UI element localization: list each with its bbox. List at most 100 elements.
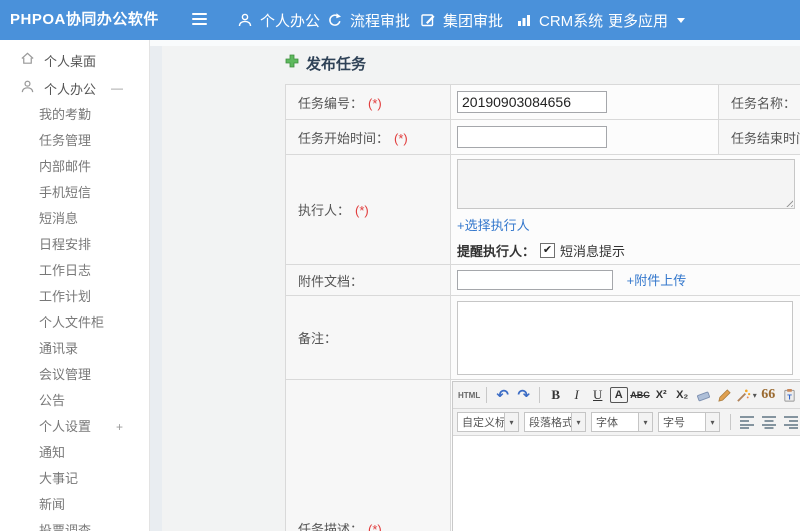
- executor-label: 执行人：: [298, 203, 351, 218]
- resize-handle[interactable]: [784, 198, 793, 207]
- align-center-button[interactable]: [761, 415, 777, 429]
- remind-executor-label: 提醒执行人：: [457, 244, 536, 259]
- sidebar-item-work-plan[interactable]: 工作计划: [0, 284, 149, 310]
- chevron-down-icon: ▾: [752, 390, 757, 400]
- home-icon: [20, 51, 35, 69]
- editor-content-area[interactable]: [453, 436, 800, 531]
- sidebar-item-desktop[interactable]: 个人桌面: [0, 46, 149, 74]
- sidebar-item-mobile-sms[interactable]: 手机短信: [0, 180, 149, 206]
- align-left-button[interactable]: [739, 415, 755, 429]
- table-row: 任务编号：(*) 任务名称：(*): [285, 84, 800, 120]
- task-form-table: 任务编号：(*) 任务名称：(*) 任务开始时间：(*) 任务结束时间：(*) …: [285, 84, 800, 531]
- underline-button[interactable]: U: [587, 385, 608, 405]
- rich-text-editor: HTML ↶ ↷ B I U A ABC X² X₂ ▾ 66 T 自定义标 ▾…: [452, 381, 800, 531]
- sidebar-item-vote[interactable]: 投票调查: [0, 518, 149, 531]
- required-mark: (*): [355, 203, 369, 218]
- subscript-button[interactable]: X₂: [672, 385, 693, 405]
- strikethrough-button[interactable]: ABC: [629, 385, 651, 405]
- nav-group-approval[interactable]: 集团审批: [420, 0, 503, 40]
- sidebar-item-internal-mail[interactable]: 内部邮件: [0, 154, 149, 180]
- nav-process-approval[interactable]: 流程审批: [327, 0, 410, 40]
- expand-icon[interactable]: +: [116, 414, 123, 440]
- nav-personal-office[interactable]: 个人办公: [237, 0, 320, 40]
- app-header: PHPOA协同办公软件 个人办公 流程审批 集团审批 CRM系统 更多应用: [0, 0, 800, 40]
- sidebar-item-short-message[interactable]: 短消息: [0, 206, 149, 232]
- app-logo: PHPOA协同办公软件: [10, 11, 159, 28]
- table-row: 附件文档： +附件上传: [285, 264, 800, 296]
- required-mark: (*): [368, 522, 382, 531]
- chevron-down-icon: ▾: [571, 413, 585, 431]
- remark-textarea[interactable]: [457, 300, 793, 375]
- attachment-label: 附件文档：: [298, 273, 364, 289]
- task-no-input[interactable]: [457, 91, 607, 113]
- font-size-select[interactable]: 字号 ▾: [658, 412, 720, 432]
- bar-chart-icon: [516, 12, 532, 28]
- required-mark: (*): [394, 130, 408, 146]
- bold-button[interactable]: B: [545, 385, 566, 405]
- eraser-button[interactable]: [693, 385, 714, 405]
- format-brush-button[interactable]: [714, 385, 735, 405]
- sidebar-item-announcement[interactable]: 公告: [0, 388, 149, 414]
- superscript-button[interactable]: X²: [651, 385, 672, 405]
- remark-label: 备注：: [298, 331, 338, 346]
- nav-crm-system[interactable]: CRM系统: [516, 0, 603, 40]
- blockquote-button[interactable]: 66: [758, 385, 779, 405]
- sidebar-item-events[interactable]: 大事记: [0, 466, 149, 492]
- italic-button[interactable]: I: [566, 385, 587, 405]
- start-time-input[interactable]: [457, 126, 607, 148]
- align-right-button[interactable]: [783, 415, 799, 429]
- redo-button[interactable]: ↷: [513, 385, 534, 405]
- main-content: 发布任务 任务编号： (*) 任务名称： (*) 任务开始时间： (*) 任务结束时间…: [162, 40, 800, 531]
- chevron-down-icon: ▾: [705, 413, 719, 431]
- table-row: 任务描述： (*) HTML ↶ ↷ B I U A ABC X² X₂ ▾ 6…: [285, 379, 800, 531]
- sidebar-item-schedule[interactable]: 日程安排: [0, 232, 149, 258]
- chevron-down-icon: [677, 17, 686, 23]
- sidebar-item-personal-office[interactable]: 个人办公 —: [0, 74, 149, 102]
- editor-toolbar-row2: 自定义标题 ▾ 段落格式 ▾ 字体 ▾ 字号 ▾: [453, 409, 800, 436]
- sidebar-item-notice[interactable]: 通知: [0, 440, 149, 466]
- flow-icon: [327, 12, 343, 28]
- editor-toolbar-row1: HTML ↶ ↷ B I U A ABC X² X₂ ▾ 66 T: [453, 382, 800, 409]
- sidebar-item-personal-settings[interactable]: 个人设置 +: [0, 414, 149, 440]
- sidebar-item-news[interactable]: 新闻: [0, 492, 149, 518]
- auto-typeset-button[interactable]: ▾: [735, 385, 758, 405]
- font-style-button[interactable]: A: [609, 387, 628, 403]
- required-mark: (*): [368, 95, 382, 111]
- font-family-select[interactable]: 字体 ▾: [591, 412, 653, 432]
- page-title: 发布任务: [285, 53, 366, 74]
- user-icon: [237, 12, 253, 28]
- edit-icon: [420, 12, 436, 28]
- menu-toggle-button[interactable]: [192, 13, 207, 27]
- toolbar-separator: [730, 414, 731, 430]
- chevron-down-icon: ▾: [638, 413, 652, 431]
- sidebar-item-contacts[interactable]: 通讯录: [0, 336, 149, 362]
- sidebar-item-file-cabinet[interactable]: 个人文件柜: [0, 310, 149, 336]
- paste-as-text-button[interactable]: T: [779, 385, 800, 405]
- sidebar-item-attendance[interactable]: 我的考勤: [0, 102, 149, 128]
- task-name-label: 任务名称：: [731, 95, 797, 111]
- svg-text:T: T: [787, 392, 792, 401]
- start-time-label: 任务开始时间：: [298, 130, 390, 146]
- undo-button[interactable]: ↶: [492, 385, 513, 405]
- choose-executor-link[interactable]: +选择执行人: [457, 218, 530, 233]
- description-label: 任务描述：: [298, 522, 364, 531]
- task-no-label: 任务编号：: [298, 95, 364, 111]
- content-top-strip: [150, 40, 800, 46]
- html-source-button[interactable]: HTML: [457, 385, 481, 405]
- user-icon: [20, 79, 35, 97]
- sidebar-item-meeting[interactable]: 会议管理: [0, 362, 149, 388]
- attachment-upload-link[interactable]: +附件上传: [627, 273, 687, 288]
- table-row: 执行人： (*) +选择执行人 提醒执行人： ✔ 短消息提示: [285, 154, 800, 265]
- collapse-icon[interactable]: —: [111, 74, 123, 102]
- end-time-label: 任务结束时间：: [731, 130, 800, 146]
- paragraph-format-select[interactable]: 段落格式 ▾: [524, 412, 586, 432]
- heading-select[interactable]: 自定义标题 ▾: [457, 412, 519, 432]
- sms-remind-checkbox[interactable]: ✔: [540, 243, 556, 258]
- sms-option-label: 短消息提示: [560, 244, 626, 259]
- sidebar-item-task-management[interactable]: 任务管理: [0, 128, 149, 154]
- sidebar-item-work-log[interactable]: 工作日志: [0, 258, 149, 284]
- attachment-input[interactable]: [457, 270, 613, 291]
- nav-more-apps[interactable]: 更多应用: [608, 0, 686, 40]
- toolbar-separator: [486, 387, 488, 403]
- executor-textarea[interactable]: [457, 159, 795, 209]
